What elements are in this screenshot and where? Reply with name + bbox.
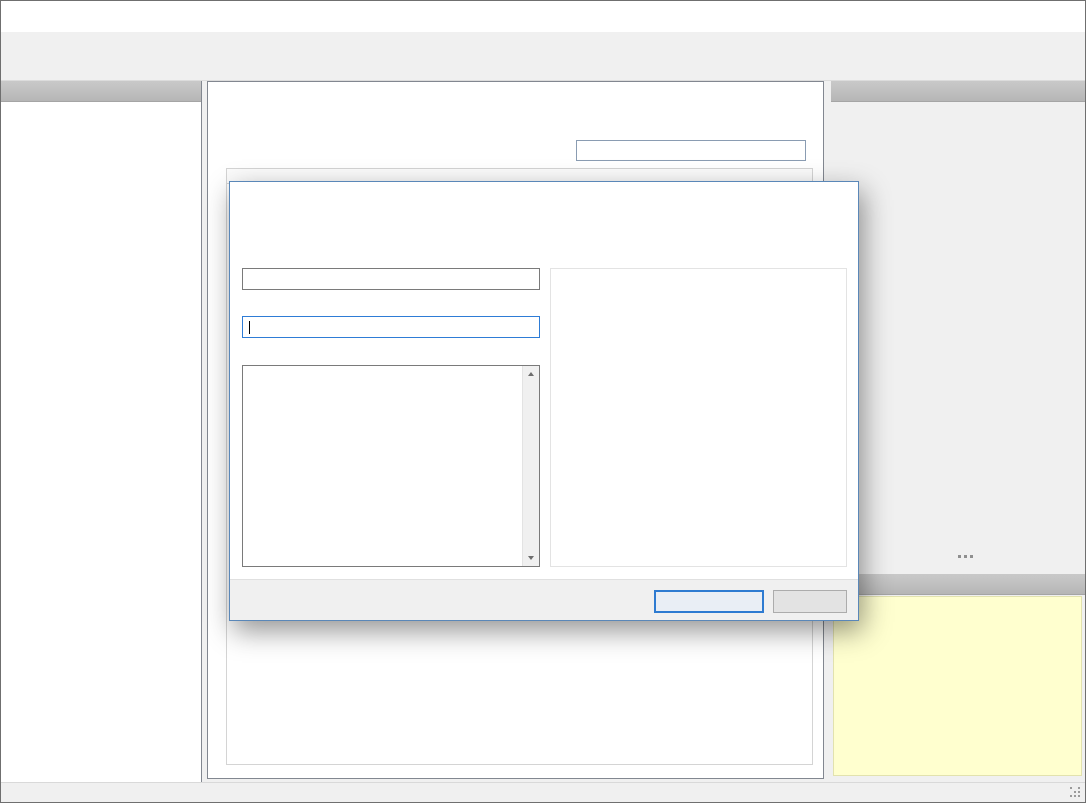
maximize-button[interactable] — [993, 1, 1039, 32]
menubar — [1, 32, 1085, 55]
help-icon — [244, 591, 259, 606]
notice-textarea[interactable] — [242, 365, 540, 567]
minimize-button[interactable] — [947, 1, 993, 32]
filter-funnel-icon[interactable] — [785, 143, 801, 159]
add-template-dialog — [229, 181, 859, 621]
scroll-down-button[interactable] — [523, 550, 539, 566]
scroll-up-button[interactable] — [523, 366, 539, 382]
templates-page-icon — [217, 96, 248, 127]
panel-splitter[interactable] — [831, 555, 1086, 558]
statusbar — [1, 782, 1085, 802]
arrow-down-icon — [528, 556, 534, 560]
navigation-tree — [1, 102, 201, 106]
close-button[interactable] — [1039, 1, 1085, 32]
navigation-panel — [1, 81, 202, 784]
name-input[interactable] — [242, 316, 540, 338]
save-button[interactable] — [654, 590, 764, 613]
actions-header — [831, 81, 1086, 102]
dialog-titlebar[interactable] — [230, 182, 858, 213]
help-button[interactable] — [244, 591, 264, 606]
back-button[interactable] — [3, 56, 40, 80]
actions-panel — [831, 81, 1086, 784]
dialog-controls — [735, 182, 858, 213]
filter-input[interactable] — [576, 140, 806, 161]
dialog-minimize-button[interactable] — [735, 182, 776, 213]
dialog-close-button[interactable] — [817, 182, 858, 213]
menu-file[interactable] — [6, 35, 24, 43]
app-window — [0, 0, 1086, 803]
add-template-icon — [241, 190, 256, 205]
cancel-button[interactable] — [773, 590, 847, 613]
notice-scrollbar[interactable] — [522, 366, 539, 566]
resize-grip[interactable] — [1069, 786, 1081, 798]
window-controls — [947, 1, 1085, 32]
arrow-up-icon — [528, 372, 534, 376]
back-arrow-icon — [11, 59, 28, 76]
titlebar[interactable] — [1, 1, 1085, 32]
forward-button[interactable] — [42, 56, 79, 80]
information-header — [831, 574, 1086, 595]
text-caret — [249, 321, 250, 334]
message-box — [550, 268, 847, 567]
toolbar — [1, 55, 1085, 81]
navigation-header — [1, 81, 201, 102]
forward-arrow-icon — [50, 59, 67, 76]
app-logo-icon — [11, 8, 28, 25]
id-input[interactable] — [242, 268, 540, 290]
actions-list — [831, 102, 1086, 109]
dialog-maximize-button[interactable] — [776, 182, 817, 213]
dialog-footer — [230, 579, 858, 620]
menu-help[interactable] — [27, 35, 45, 43]
information-panel — [833, 596, 1082, 776]
